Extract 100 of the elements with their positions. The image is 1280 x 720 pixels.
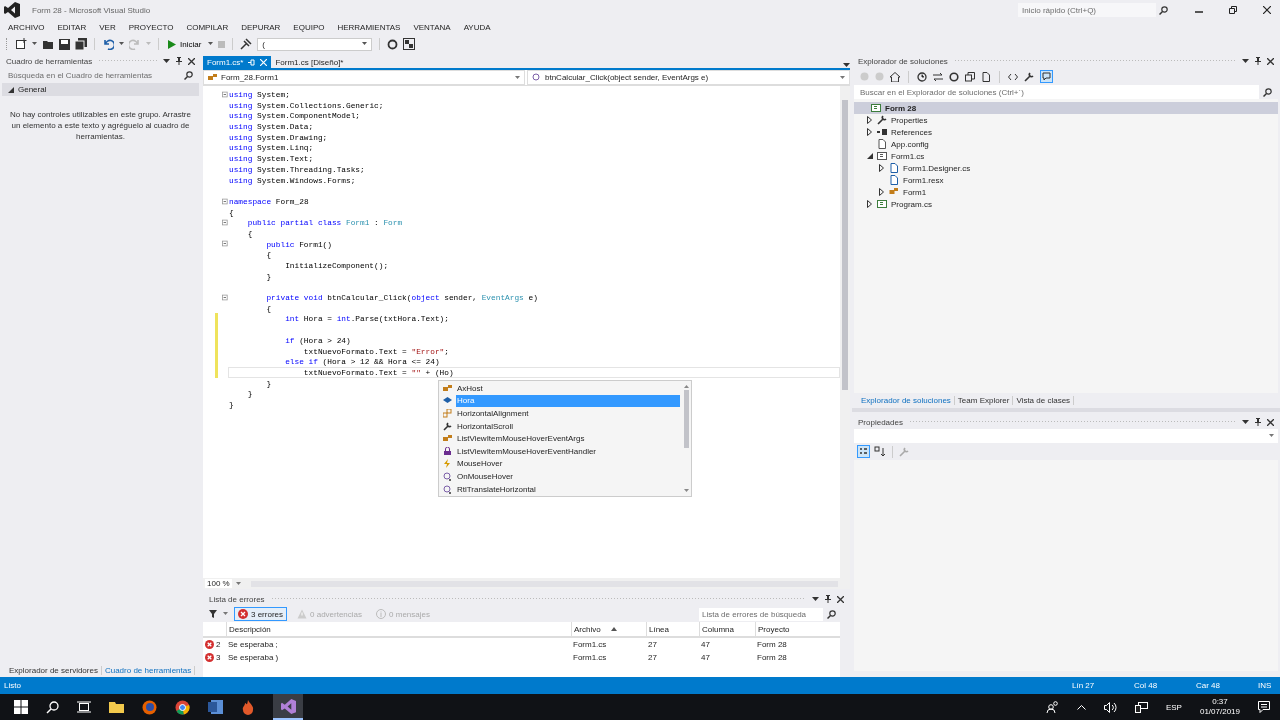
sync-icon[interactable] bbox=[933, 71, 943, 82]
menu-item[interactable]: COMPILAR bbox=[186, 22, 229, 32]
expanded-icon[interactable] bbox=[866, 153, 873, 159]
search-field[interactable]: Búsqueda en el Cuadro de herramientas bbox=[2, 68, 180, 82]
menu-item[interactable]: HERRAMIENTAS bbox=[337, 22, 401, 32]
save-icon[interactable] bbox=[59, 38, 70, 50]
pin-icon[interactable] bbox=[1255, 57, 1261, 65]
open-folder-icon[interactable] bbox=[42, 38, 54, 50]
panel-tab[interactable]: Explorador de soluciones bbox=[858, 396, 955, 405]
collapse-icon[interactable] bbox=[222, 90, 228, 98]
menu-item[interactable]: VENTANA bbox=[413, 22, 451, 32]
document-tab[interactable]: Form1.cs [Diseño]* bbox=[271, 56, 348, 68]
search-icon[interactable] bbox=[827, 609, 836, 619]
language-indicator[interactable]: ESP bbox=[1165, 702, 1182, 712]
group-header[interactable]: General bbox=[2, 83, 199, 96]
dropdown-icon[interactable] bbox=[119, 42, 124, 46]
close-icon[interactable] bbox=[837, 595, 844, 603]
tree-item[interactable]: App.config bbox=[866, 138, 1278, 150]
search-icon[interactable] bbox=[1263, 87, 1272, 97]
collapse-icon[interactable] bbox=[222, 219, 228, 227]
menu-item[interactable]: AYUDA bbox=[463, 22, 491, 32]
tree-item[interactable]: Form1 bbox=[878, 186, 1278, 198]
attach-icon[interactable] bbox=[240, 38, 253, 50]
column-header[interactable]: Columna bbox=[699, 622, 755, 636]
categorized-icon[interactable] bbox=[857, 445, 870, 458]
history-icon[interactable] bbox=[917, 71, 927, 82]
menu-item[interactable]: DEPURAR bbox=[241, 22, 281, 32]
scroll-up-icon[interactable] bbox=[684, 384, 689, 388]
scrollbar-thumb[interactable] bbox=[842, 100, 848, 390]
column-header[interactable]: Proyecto bbox=[755, 622, 835, 636]
close-icon[interactable] bbox=[1267, 57, 1274, 65]
completion-item[interactable]: RtlTranslateHorizontal bbox=[441, 482, 680, 496]
collapsed-icon[interactable] bbox=[879, 164, 884, 172]
search-icon[interactable] bbox=[1159, 5, 1168, 15]
people-icon[interactable] bbox=[1045, 701, 1059, 713]
zoom-level[interactable]: 100 % bbox=[205, 579, 232, 588]
menu-item[interactable]: EQUIPO bbox=[293, 22, 325, 32]
collapse-icon[interactable] bbox=[222, 240, 228, 248]
completion-item[interactable]: HorizontalAlignment bbox=[441, 407, 680, 420]
dropdown-icon[interactable] bbox=[1242, 419, 1249, 425]
collapse-icon[interactable] bbox=[222, 197, 228, 205]
configuration-combo[interactable]: ( bbox=[257, 37, 373, 51]
completion-item[interactable]: ListViewItemMouseHoverEventArgs bbox=[441, 432, 680, 445]
column-header[interactable]: Línea bbox=[646, 622, 699, 636]
filter-icon[interactable] bbox=[209, 610, 217, 618]
flame-app-icon[interactable] bbox=[241, 699, 255, 715]
close-icon[interactable] bbox=[188, 57, 195, 65]
tree-item[interactable]: References bbox=[866, 126, 1278, 138]
browser-icon[interactable] bbox=[175, 699, 190, 715]
completion-item[interactable]: ListViewItemMouseHoverEventHandler bbox=[441, 444, 680, 458]
menu-item[interactable]: VER bbox=[99, 22, 116, 32]
document-app-icon[interactable] bbox=[208, 700, 223, 714]
chevron-up-icon[interactable] bbox=[1076, 704, 1086, 710]
completion-item[interactable]: HorizontalScroll bbox=[441, 419, 680, 433]
dropdown-icon[interactable] bbox=[208, 42, 214, 46]
scrollbar[interactable] bbox=[840, 86, 850, 578]
network-icon[interactable] bbox=[1134, 701, 1148, 713]
layout-icon[interactable] bbox=[403, 38, 416, 50]
column-header[interactable]: Descripción bbox=[226, 622, 571, 636]
pin-icon[interactable] bbox=[825, 595, 831, 603]
scroll-down-icon[interactable] bbox=[684, 489, 689, 494]
panel-tab[interactable]: Vista de clases bbox=[1013, 396, 1075, 405]
pin-icon[interactable] bbox=[176, 57, 182, 65]
sort-alphabetical-icon[interactable] bbox=[874, 445, 886, 458]
dropdown-icon[interactable] bbox=[163, 58, 170, 64]
scrollbar-thumb[interactable] bbox=[684, 390, 689, 448]
notification-icon[interactable] bbox=[1258, 701, 1270, 713]
type-combo[interactable]: Form_28.Form1 bbox=[203, 70, 525, 85]
clock[interactable]: 0:37 01/07/2019 bbox=[1199, 697, 1240, 717]
save-all-icon[interactable] bbox=[75, 38, 87, 50]
filter-button[interactable]: 3 errores bbox=[234, 607, 287, 621]
panel-tab[interactable]: Team Explorer bbox=[954, 396, 1014, 405]
column-header[interactable]: Archivo bbox=[571, 622, 646, 636]
folder-icon[interactable] bbox=[109, 701, 124, 713]
menu-item[interactable]: ARCHIVO bbox=[8, 22, 45, 32]
taskbar-app[interactable] bbox=[273, 694, 303, 720]
collapse-icon[interactable] bbox=[222, 293, 228, 301]
new-project-icon[interactable] bbox=[15, 38, 27, 50]
close-icon[interactable] bbox=[1263, 6, 1271, 14]
search-field[interactable]: Lista de errores de búsqueda bbox=[699, 607, 823, 621]
menu-item[interactable]: PROYECTO bbox=[128, 22, 174, 32]
tree-item[interactable]: Form 28 bbox=[854, 102, 1278, 114]
close-icon[interactable] bbox=[1267, 418, 1274, 426]
tree-item[interactable]: Form1.resx bbox=[878, 174, 1278, 186]
undo-icon[interactable] bbox=[102, 38, 114, 50]
tree-item[interactable]: Program.cs bbox=[866, 198, 1278, 210]
code-icon[interactable] bbox=[1008, 72, 1018, 81]
task-view-icon[interactable] bbox=[77, 701, 91, 713]
panel-tab[interactable]: Explorador de servidores bbox=[6, 665, 102, 675]
start-button[interactable]: Iniciar bbox=[166, 38, 204, 50]
search-icon[interactable] bbox=[46, 700, 59, 714]
pin-icon[interactable] bbox=[1255, 418, 1261, 426]
copy-icon[interactable] bbox=[981, 71, 991, 82]
tree-item[interactable]: Form1.cs bbox=[866, 150, 1278, 162]
preview-icon[interactable] bbox=[1040, 70, 1053, 83]
dropdown-icon[interactable] bbox=[32, 42, 37, 46]
menu-item[interactable]: EDITAR bbox=[57, 22, 87, 32]
dropdown-icon[interactable] bbox=[1242, 58, 1249, 64]
restore-icon[interactable] bbox=[1229, 6, 1237, 14]
home-icon[interactable] bbox=[890, 71, 900, 82]
